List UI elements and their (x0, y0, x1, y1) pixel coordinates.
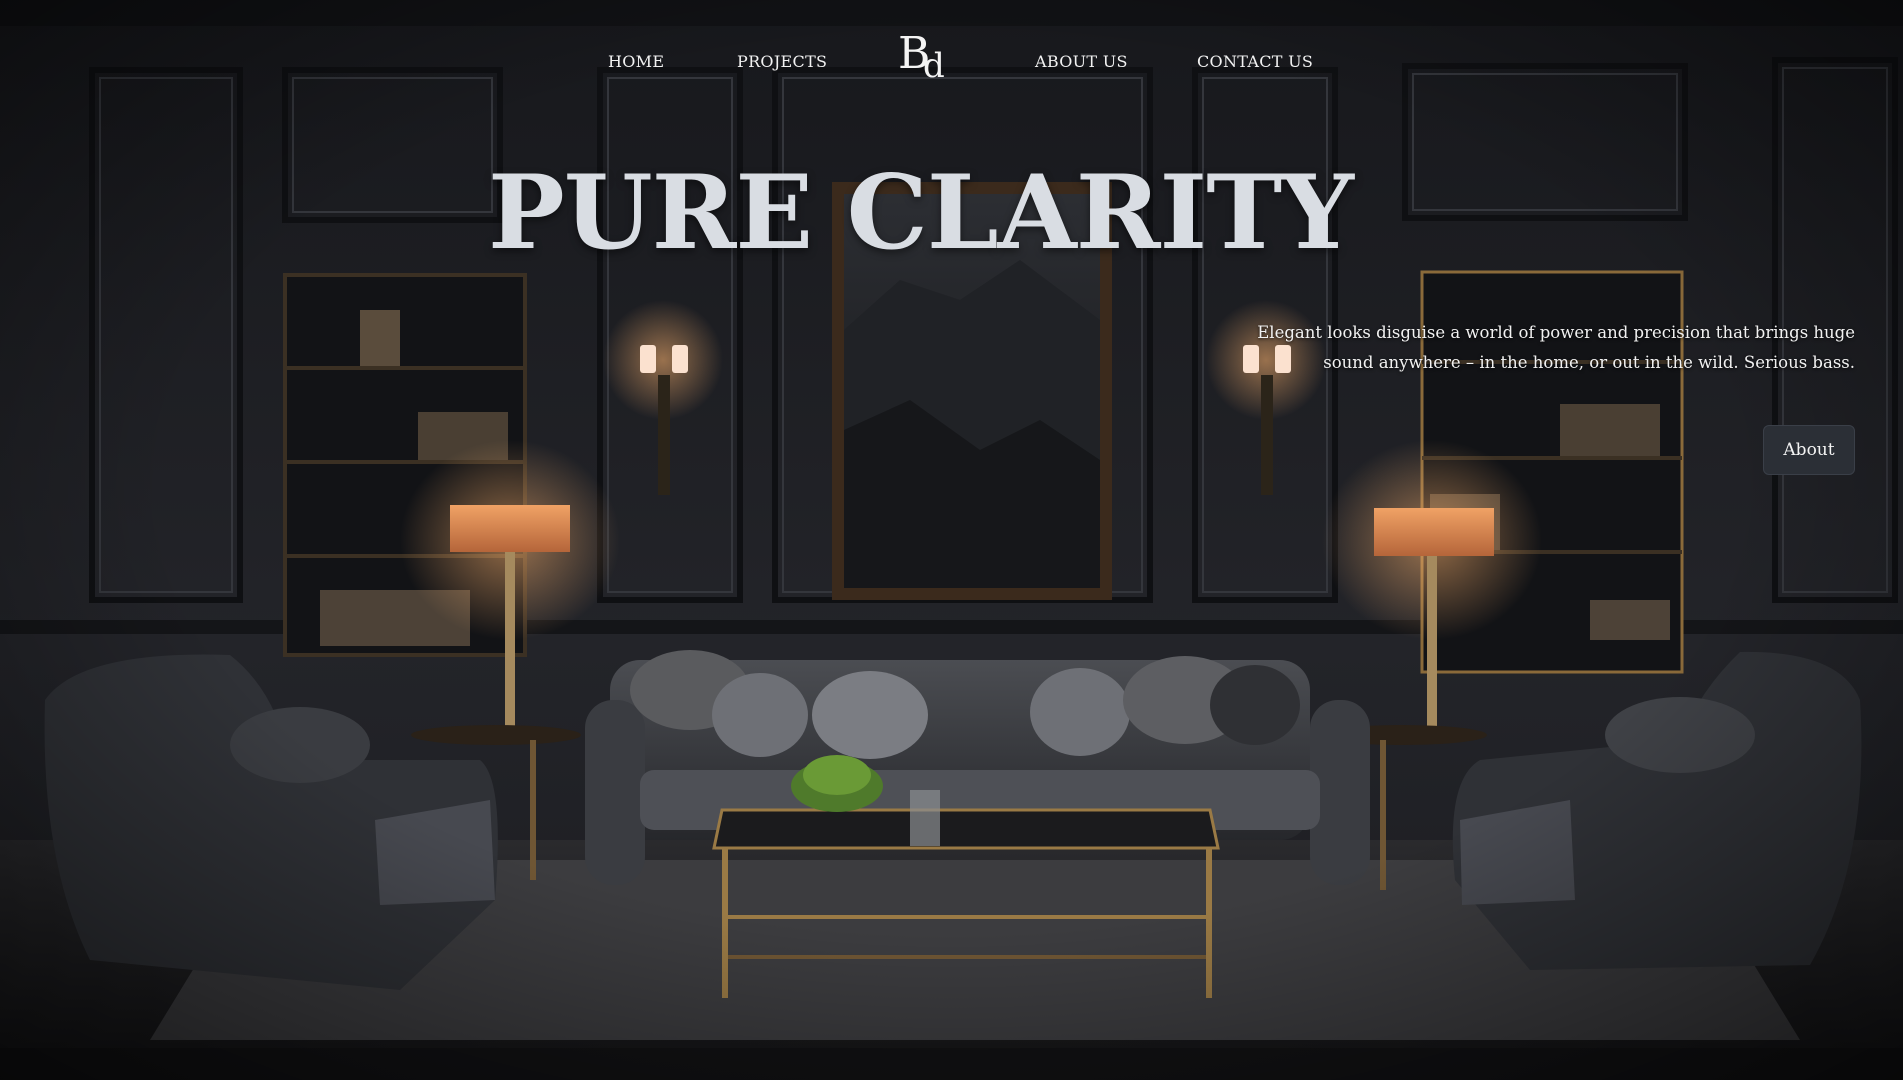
main-nav: HOME PROJECTS ABOUT US CONTACT US (0, 48, 1903, 88)
logo-letter-d: d (923, 46, 945, 86)
nav-link-about-us[interactable]: ABOUT US (1035, 52, 1128, 71)
nav-link-home[interactable]: HOME (608, 52, 664, 71)
hero-tagline: Elegant looks disguise a world of power … (1257, 323, 1855, 372)
hero-title: PURE CLARITY (488, 153, 1354, 273)
nav-link-contact-us[interactable]: CONTACT US (1197, 52, 1313, 71)
about-button[interactable]: About (1763, 425, 1855, 475)
logo-monogram[interactable]: B d (898, 30, 950, 88)
nav-link-projects[interactable]: PROJECTS (737, 52, 827, 71)
